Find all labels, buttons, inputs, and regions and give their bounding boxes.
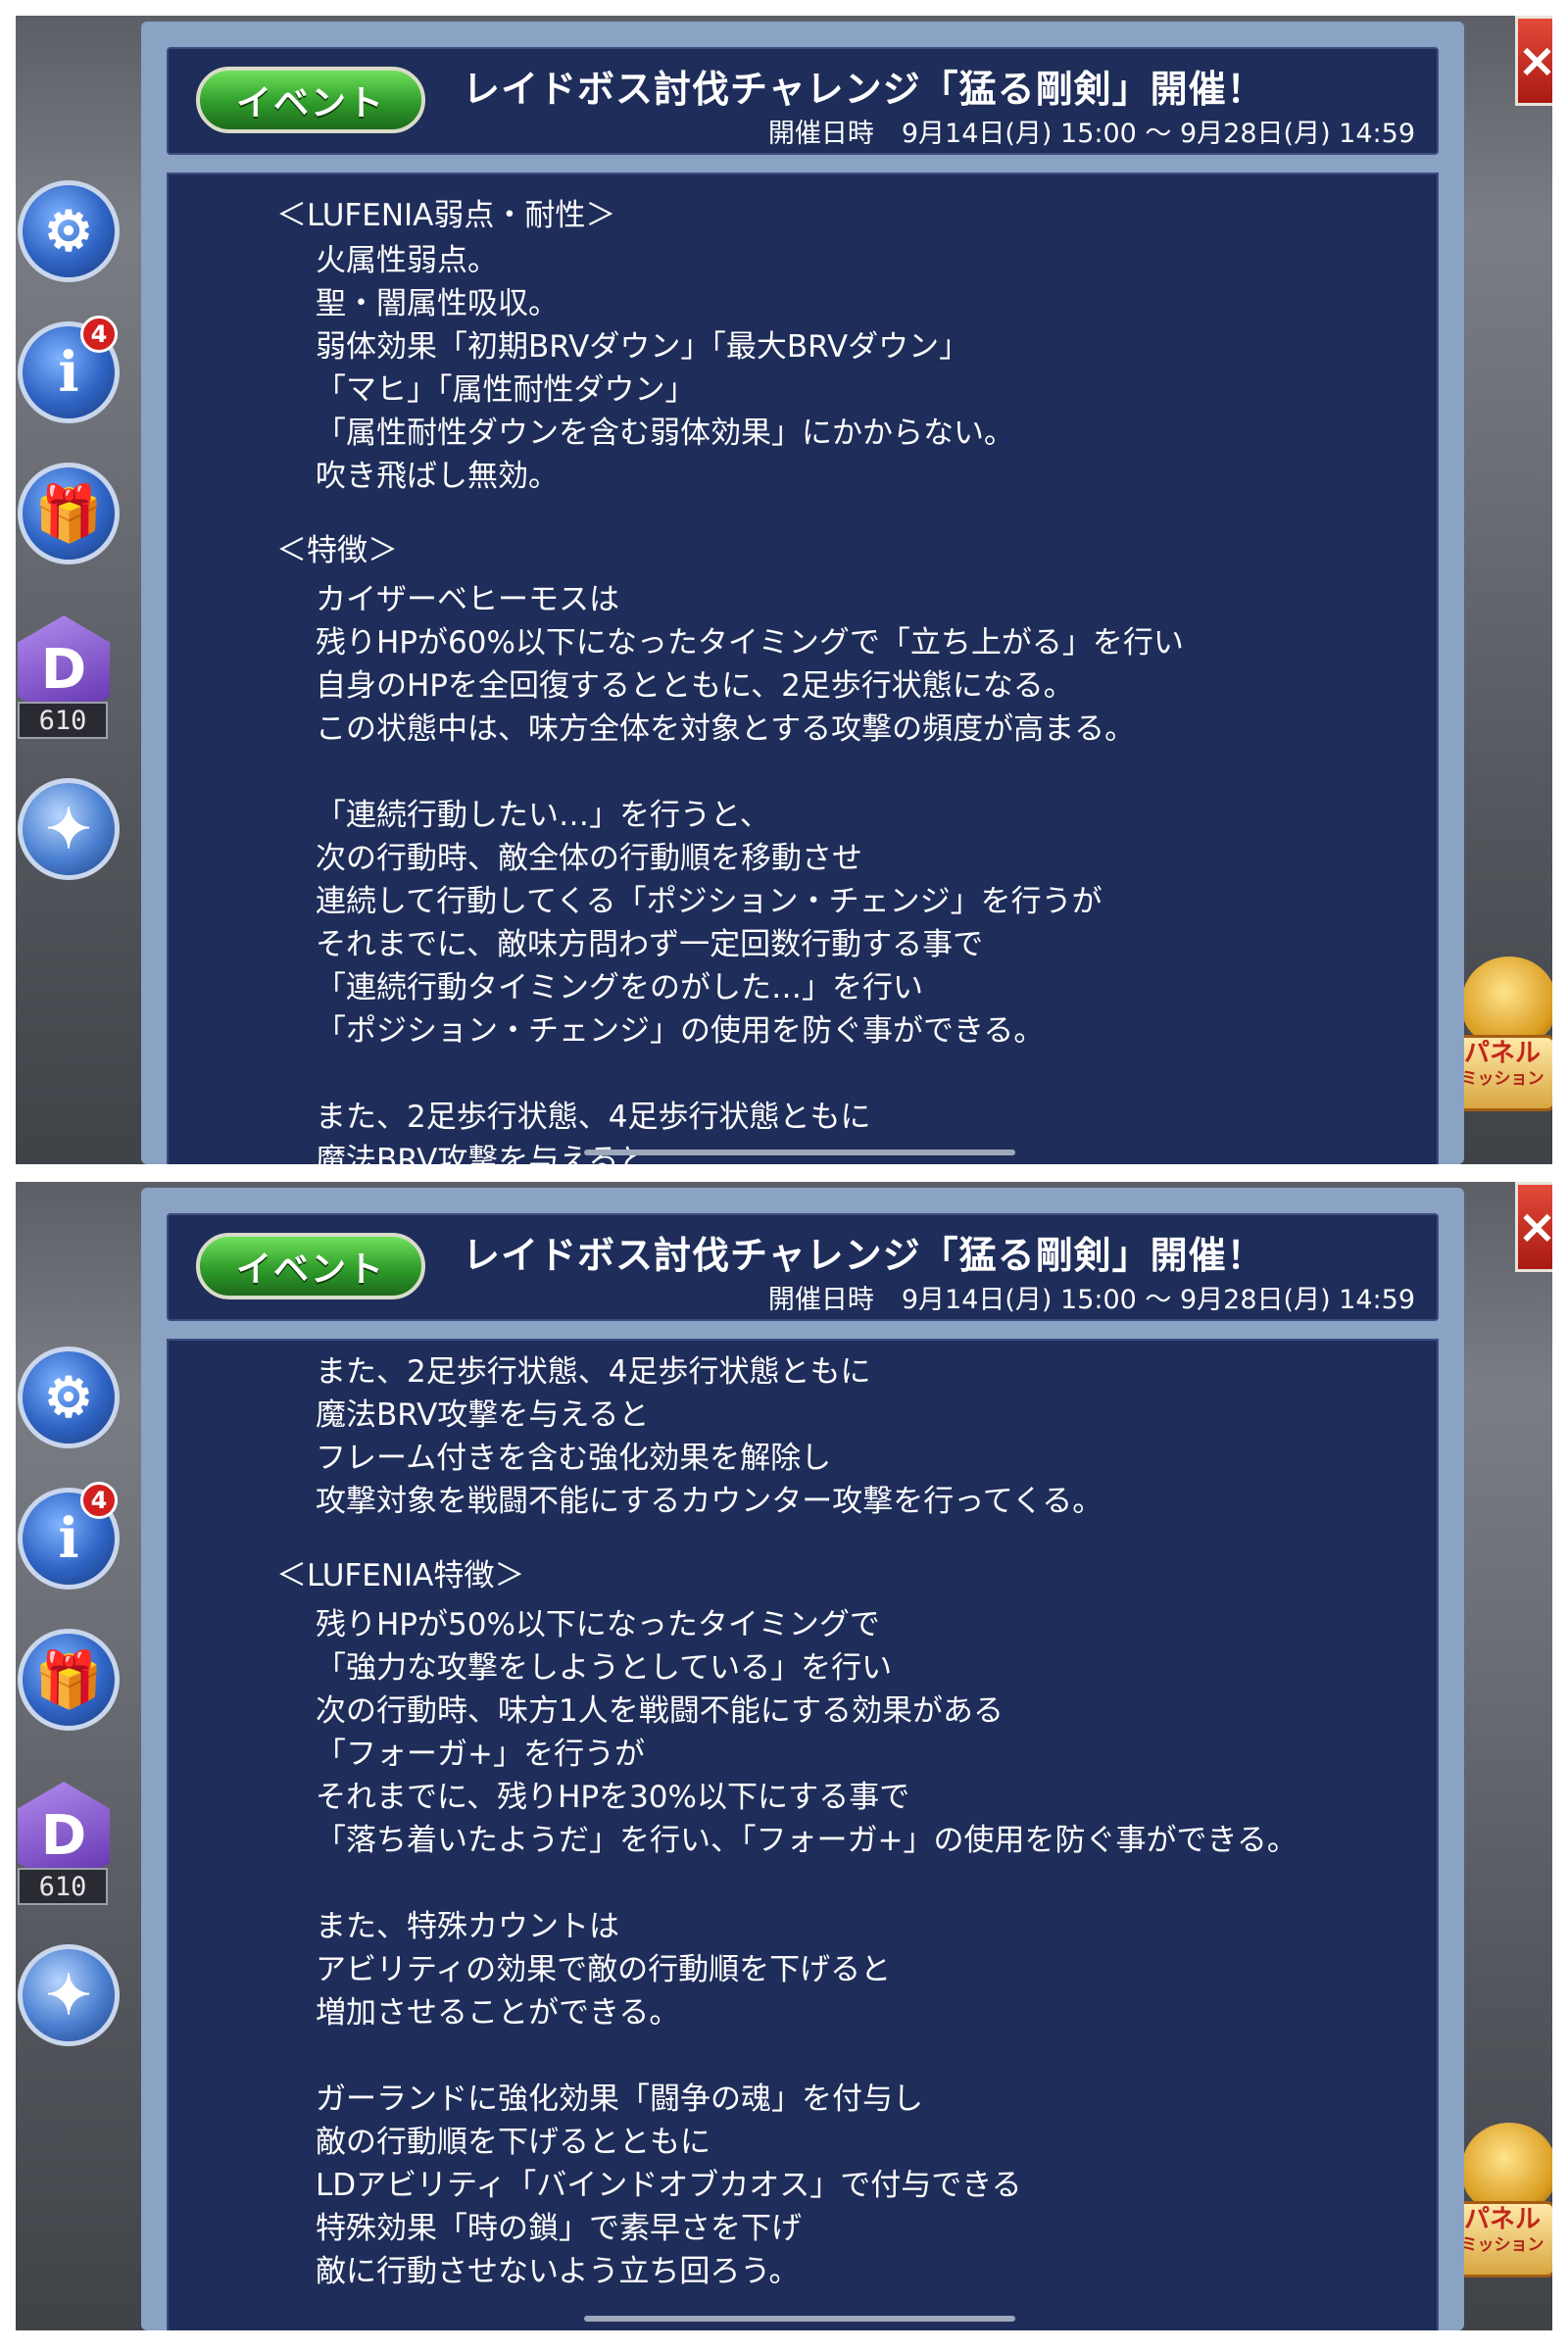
text-line: 「マヒ」「属性耐性ダウン」: [316, 372, 696, 408]
text-line: ガーランドに強化効果「闘争の魂」を付与し: [316, 2082, 923, 2117]
text-line: それまでに、敵味方問わず一定回数行動する事で: [316, 927, 984, 962]
text-line: アビリティの効果で敵の行動順を下げると: [316, 1952, 892, 1987]
scroll-indicator[interactable]: [584, 1150, 1015, 1155]
section-heading: ＜LUFENIA弱点・耐性＞: [276, 198, 616, 233]
text-line: 次の行動時、味方1人を戦闘不能にする効果がある: [316, 1693, 1004, 1729]
chocobo-icon[interactable]: ✦: [18, 1944, 120, 2046]
text-line: 「連続行動したい…」を行うと、: [316, 798, 770, 833]
crystal-count: 610: [18, 702, 108, 739]
gift-icon[interactable]: 🎁: [18, 1629, 120, 1731]
date-label: 開催日時: [767, 119, 874, 149]
section-heading: ＜特徴＞: [276, 533, 398, 568]
event-body[interactable]: また、2足歩行状態、4足歩行状態ともに 魔法BRV攻撃を与えると フレーム付きを…: [167, 1339, 1439, 2330]
section-heading: ＜LUFENIA特徴＞: [276, 1558, 525, 1593]
text-line: また、2足歩行状態、4足歩行状態ともに: [316, 1100, 871, 1135]
text-line: 「落ち着いたようだ」を行い、「フォーガ+」の使用を防ぐ事ができる。: [316, 1823, 1298, 1858]
panel-mission-label: パネル: [1463, 2205, 1541, 2234]
text-line: 魔法BRV攻撃を与えると: [316, 1397, 650, 1433]
event-header: イベント レイドボス討伐チャレンジ「猛る剛剣」開催！ 開催日時 9月14日(月) …: [167, 1213, 1439, 1321]
text-line: 敵に行動させないよう立ち回ろう。: [316, 2254, 800, 2289]
text-line: 「強力な攻撃をしようとしている」を行い: [316, 1650, 893, 1686]
screenshot-panel-top: ⚙ i 4 🎁 D 610 ✦ × パネル ミッション イベント レイドボス討伐…: [16, 16, 1552, 1164]
gift-icon[interactable]: 🎁: [18, 463, 120, 564]
settings-gear-icon[interactable]: ⚙: [18, 180, 120, 282]
event-dialog: イベント レイドボス討伐チャレンジ「猛る剛剣」開催！ 開催日時 9月14日(月) …: [141, 22, 1464, 1164]
panel-mission-sublabel: ミッション: [1460, 1069, 1544, 1089]
date-value: 9月14日(月) 15:00 〜 9月28日(月) 14:59: [901, 1285, 1415, 1315]
event-header: イベント レイドボス討伐チャレンジ「猛る剛剣」開催！ 開催日時 9月14日(月) …: [167, 47, 1439, 155]
text-line: また、特殊カウントは: [316, 1909, 619, 1944]
event-title: レイドボス討伐チャレンジ「猛る剛剣」開催！: [463, 68, 1265, 111]
text-line: 残りHPが60%以下になったタイミングで「立ち上がる」を行い: [316, 625, 1184, 661]
event-title: レイドボス討伐チャレンジ「猛る剛剣」開催！: [463, 1234, 1265, 1277]
scroll-indicator[interactable]: [584, 2316, 1015, 2322]
close-button[interactable]: ×: [1515, 16, 1552, 106]
text-line: 「連続行動タイミングをのがした…」を行い: [316, 970, 923, 1005]
event-body[interactable]: ＜LUFENIA弱点・耐性＞ 火属性弱点。 聖・闇属性吸収。 弱体効果「初期BR…: [167, 172, 1439, 1164]
text-line: フレーム付きを含む強化効果を解除し: [316, 1441, 832, 1476]
text-line: この状態中は、味方全体を対象とする攻撃の頻度が高まる。: [316, 711, 1136, 747]
text-line: 残りHPが50%以下になったタイミングで: [316, 1607, 880, 1642]
crystal-count: 610: [18, 1868, 108, 1905]
chocobo-icon[interactable]: ✦: [18, 778, 120, 880]
text-line: LDアビリティ「バインドオブカオス」で付与できる: [316, 2168, 1022, 2203]
chocobo-mascot-icon: [1462, 956, 1552, 1045]
text-line: それまでに、残りHPを30%以下にする事で: [316, 1780, 910, 1815]
event-date-row: 開催日時 9月14日(月) 15:00 〜 9月28日(月) 14:59: [768, 1278, 1415, 1316]
panel-mission-sublabel: ミッション: [1460, 2235, 1544, 2255]
text-line: 連続して行動してくる「ポジション・チェンジ」を行うが: [316, 884, 1102, 919]
text-line: カイザーベヒーモスは: [316, 582, 619, 617]
date-value: 9月14日(月) 15:00 〜 9月28日(月) 14:59: [901, 119, 1415, 149]
text-line: 次の行動時、敵全体の行動順を移動させ: [316, 841, 862, 876]
text-line: 「ポジション・チェンジ」の使用を防ぐ事ができる。: [316, 1013, 1045, 1049]
notification-badge: 4: [80, 1482, 118, 1519]
text-line: 聖・闇属性吸収。: [316, 286, 559, 321]
close-button[interactable]: ×: [1515, 1182, 1552, 1272]
text-line: 敵の行動順を下げるとともに: [316, 2125, 710, 2160]
text-line: 自身のHPを全回復するとともに、2足歩行状態になる。: [316, 668, 1074, 704]
text-line: 吹き飛ばし無効。: [316, 459, 559, 494]
notification-badge: 4: [80, 316, 118, 353]
text-line: 特殊効果「時の鎖」で素早さを下げ: [316, 2211, 802, 2246]
text-line: 増加させることができる。: [316, 1995, 680, 2031]
text-line: 弱体効果「初期BRVダウン」「最大BRVダウン」: [316, 329, 970, 365]
panel-mission-label: パネル: [1463, 1039, 1541, 1068]
event-date-row: 開催日時 9月14日(月) 15:00 〜 9月28日(月) 14:59: [768, 112, 1415, 150]
text-line: また、2足歩行状態、4足歩行状態ともに: [316, 1354, 871, 1390]
text-line: 「フォーガ+」を行うが: [316, 1737, 645, 1772]
event-tag: イベント: [196, 67, 425, 133]
text-line: 攻撃対象を戦闘不能にするカウンター攻撃を行ってくる。: [316, 1484, 1103, 1519]
screenshot-panel-bottom: ⚙ i 4 🎁 D 610 ✦ × パネル ミッション イベント レイドボス討伐…: [16, 1182, 1552, 2330]
settings-gear-icon[interactable]: ⚙: [18, 1347, 120, 1448]
date-label: 開催日時: [767, 1285, 874, 1315]
event-tag: イベント: [196, 1233, 425, 1299]
text-line: 火属性弱点。: [316, 243, 498, 278]
text-line: 「属性耐性ダウンを含む弱体効果」にかからない。: [316, 416, 1014, 451]
event-dialog: イベント レイドボス討伐チャレンジ「猛る剛剣」開催！ 開催日時 9月14日(月) …: [141, 1188, 1464, 2330]
chocobo-mascot-icon: [1462, 2123, 1552, 2211]
